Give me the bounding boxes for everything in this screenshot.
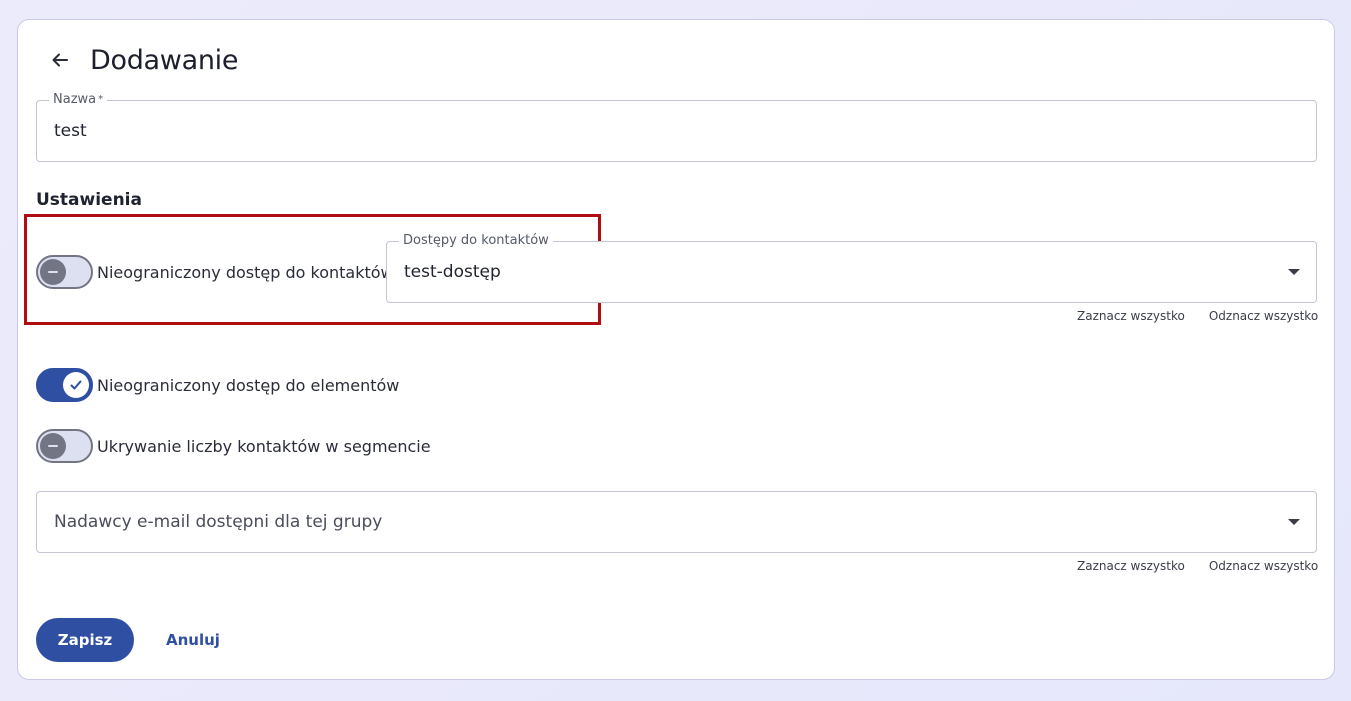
email-senders-select[interactable]: Nadawcy e-mail dostępni dla tej grupy xyxy=(36,491,1317,553)
caret-down-icon[interactable] xyxy=(1288,519,1300,525)
minus-icon xyxy=(48,271,58,273)
unlimited-elements-label: Nieograniczony dostęp do elementów xyxy=(97,375,400,395)
deselect-all-link[interactable]: Odznacz wszystko xyxy=(1209,309,1318,323)
save-button[interactable]: Zapisz xyxy=(36,618,134,662)
switch-on-knob xyxy=(63,372,89,398)
hide-segment-count-toggle-row: Ukrywanie liczby kontaktów w segmencie xyxy=(36,429,431,463)
name-field[interactable]: Nazwa * test xyxy=(36,93,1317,162)
email-senders-placeholder: Nadawcy e-mail dostępni dla tej grupy xyxy=(54,512,383,532)
page-title: Dodawanie xyxy=(90,44,239,76)
email-senders-links: Zaznacz wszystko Odznacz wszystko xyxy=(1077,559,1318,573)
name-field-label: Nazwa * xyxy=(49,93,108,107)
switch-off-knob xyxy=(40,259,66,285)
check-icon xyxy=(70,380,82,390)
name-field-value[interactable]: test xyxy=(54,121,87,141)
deselect-all-link[interactable]: Odznacz wszystko xyxy=(1209,559,1318,573)
hide-segment-count-label: Ukrywanie liczby kontaktów w segmencie xyxy=(97,436,431,456)
minus-icon xyxy=(48,445,58,447)
arrow-left-icon xyxy=(52,53,68,67)
unlimited-elements-switch[interactable] xyxy=(36,368,93,402)
unlimited-contacts-toggle-row: Nieograniczony dostęp do kontaktów xyxy=(36,255,394,289)
caret-down-icon[interactable] xyxy=(1288,269,1300,275)
switch-off-knob xyxy=(40,433,66,459)
cancel-button[interactable]: Anuluj xyxy=(166,618,220,662)
select-all-link[interactable]: Zaznacz wszystko xyxy=(1077,309,1185,323)
unlimited-contacts-label: Nieograniczony dostęp do kontaktów xyxy=(97,262,394,282)
unlimited-contacts-switch[interactable] xyxy=(36,255,93,289)
contact-access-label: Dostępy do kontaktów xyxy=(399,234,553,248)
contact-access-value: test-dostęp xyxy=(404,262,501,282)
contact-access-links: Zaznacz wszystko Odznacz wszystko xyxy=(1077,309,1318,323)
back-button[interactable] xyxy=(46,46,74,74)
select-all-link[interactable]: Zaznacz wszystko xyxy=(1077,559,1185,573)
form-card: Dodawanie Nazwa * test Ustawienia Nieogra… xyxy=(17,19,1335,680)
hide-segment-count-switch[interactable] xyxy=(36,429,93,463)
settings-title: Ustawienia xyxy=(36,190,142,210)
unlimited-elements-toggle-row: Nieograniczony dostęp do elementów xyxy=(36,368,399,402)
contact-access-select[interactable]: Dostępy do kontaktów test-dostęp xyxy=(386,234,1317,303)
page-header: Dodawanie xyxy=(46,44,238,76)
